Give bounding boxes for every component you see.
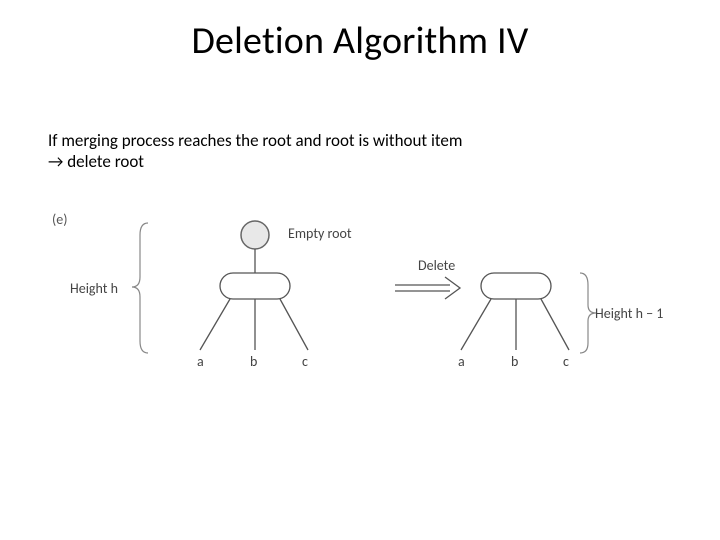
edge-n2-c <box>541 299 569 350</box>
edge-n1-a <box>200 299 230 350</box>
figure-area: (e) Height h Empty root Delete Height h … <box>40 205 680 425</box>
slide-title: Deletion Algorithm IV <box>0 18 720 64</box>
body-text: If merging process reaches the root and … <box>48 130 668 173</box>
figure-svg <box>40 205 680 425</box>
arrow-icon <box>395 277 460 299</box>
brace-left <box>132 223 148 353</box>
node1-roundrect <box>220 273 290 299</box>
node2-roundrect <box>481 273 551 299</box>
brace-right <box>580 273 596 353</box>
edge-n2-a <box>461 299 491 350</box>
body-line-2: → delete root <box>48 151 144 172</box>
body-line-1: If merging process reaches the root and … <box>48 130 462 151</box>
root-node-icon <box>241 221 269 249</box>
edge-n1-c <box>280 299 308 350</box>
